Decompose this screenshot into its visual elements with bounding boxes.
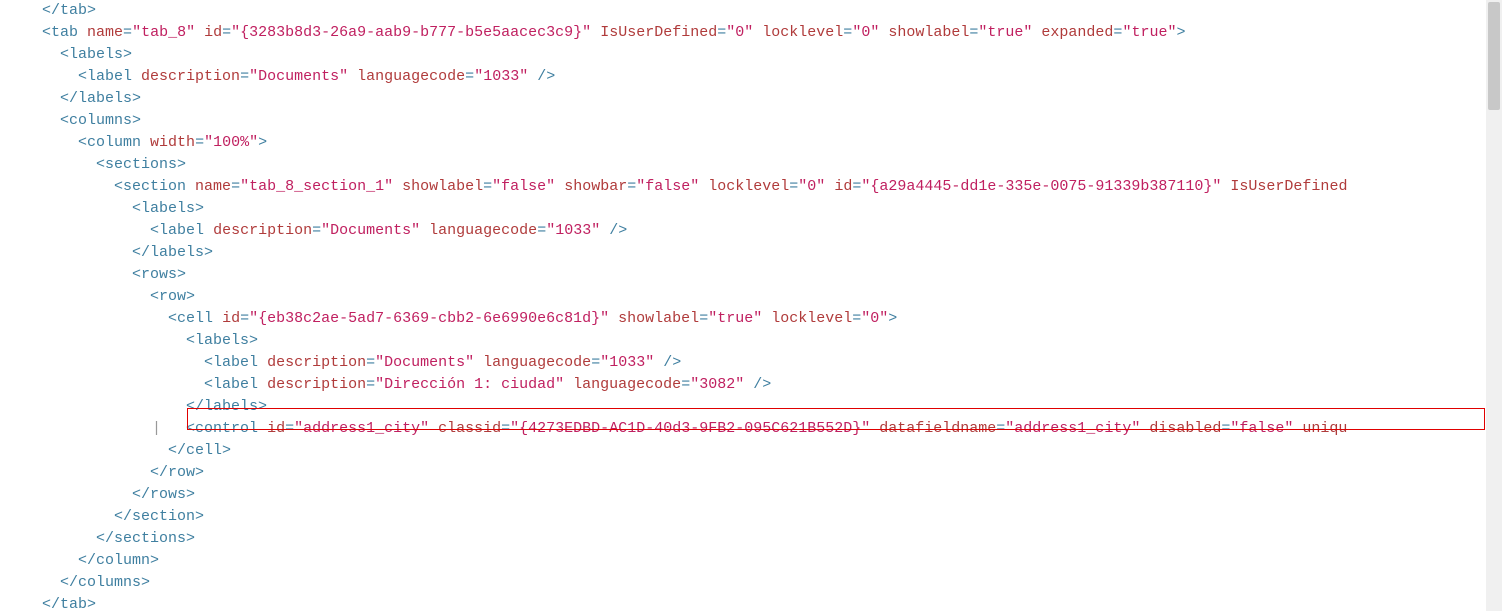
code-line: <labels> — [0, 198, 1502, 220]
code-line: <column width="100%"> — [0, 132, 1502, 154]
code-line: <control id="address1_city" classid="{42… — [0, 418, 1502, 440]
code-line: </labels> — [0, 242, 1502, 264]
code-line: <label description="Documents" languagec… — [0, 66, 1502, 88]
code-line: </row> — [0, 462, 1502, 484]
scrollbar-thumb[interactable] — [1488, 2, 1500, 110]
code-line: <labels> — [0, 44, 1502, 66]
code-line: </tab> — [0, 0, 1502, 22]
code-line: <row> — [0, 286, 1502, 308]
code-line: </labels> — [0, 396, 1502, 418]
code-line: <cell id="{eb38c2ae-5ad7-6369-cbb2-6e699… — [0, 308, 1502, 330]
code-line: <rows> — [0, 264, 1502, 286]
code-line: </section> — [0, 506, 1502, 528]
code-line: <label description="Dirección 1: ciudad"… — [0, 374, 1502, 396]
code-line: <label description="Documents" languagec… — [0, 352, 1502, 374]
text-cursor: | — [152, 418, 161, 440]
code-line: <section name="tab_8_section_1" showlabe… — [0, 176, 1502, 198]
scrollbar-track[interactable] — [1486, 0, 1502, 611]
code-line: <label description="Documents" languagec… — [0, 220, 1502, 242]
code-line: <columns> — [0, 110, 1502, 132]
code-line: <labels> — [0, 330, 1502, 352]
code-line: </rows> — [0, 484, 1502, 506]
code-line: </tab> — [0, 594, 1502, 616]
code-line: </columns> — [0, 572, 1502, 594]
code-line: <tab name="tab_8" id="{3283b8d3-26a9-aab… — [0, 22, 1502, 44]
code-line: </labels> — [0, 88, 1502, 110]
code-line: <sections> — [0, 154, 1502, 176]
code-line: </cell> — [0, 440, 1502, 462]
code-line: </sections> — [0, 528, 1502, 550]
code-line: </column> — [0, 550, 1502, 572]
code-block: </tab><tab name="tab_8" id="{3283b8d3-26… — [0, 0, 1502, 616]
